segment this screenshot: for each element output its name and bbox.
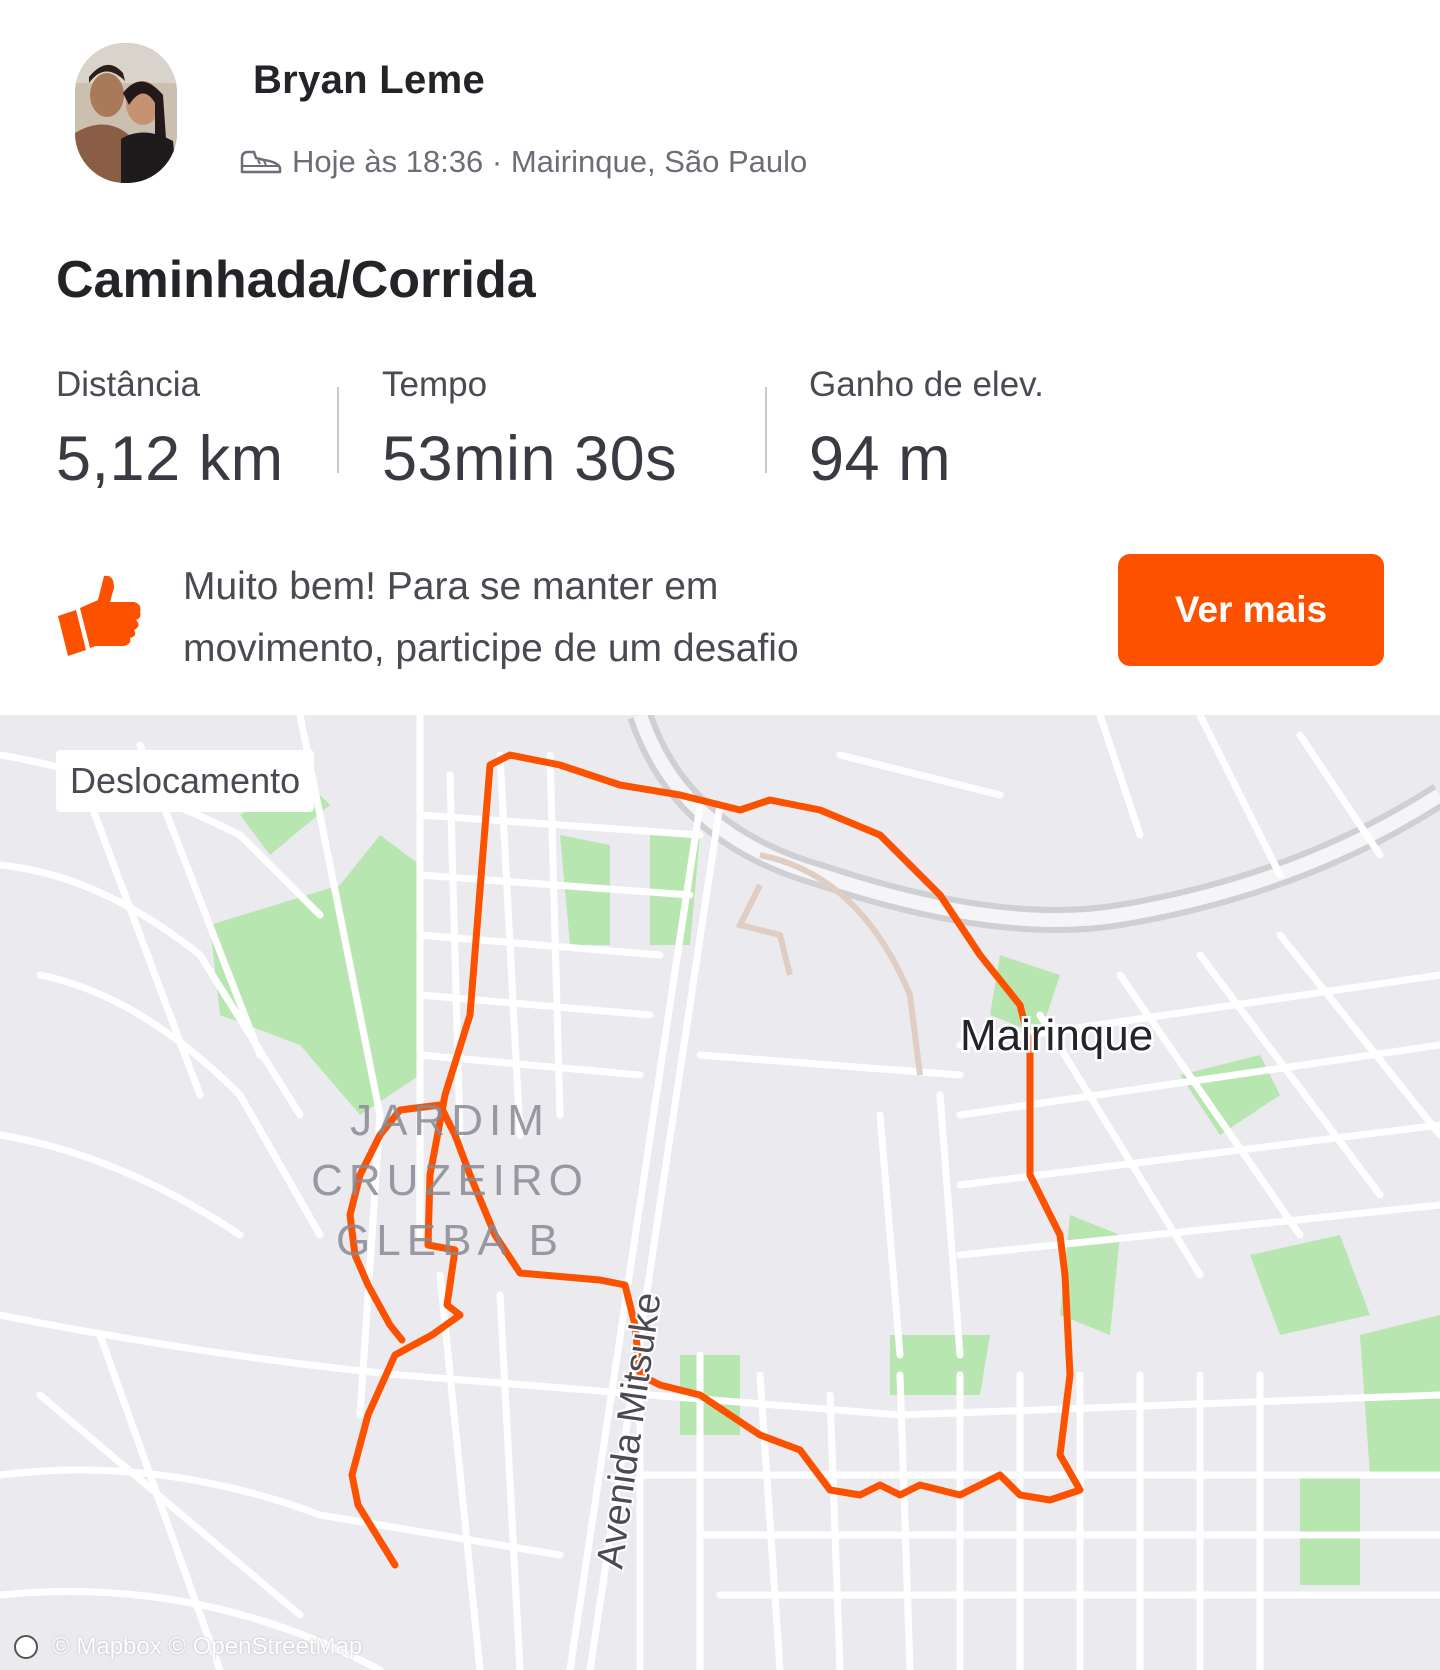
stat-label: Distância [56,365,200,404]
map-roads [0,715,1440,1670]
district-label: CRUZEIRO [311,1156,589,1205]
challenge-message-line: movimento, participe de um desafio [183,627,799,670]
stat-divider [337,387,339,473]
challenge-message-line: Muito bem! Para se manter em [183,565,719,608]
district-label: GLEBA B [336,1216,564,1265]
map-trail [735,883,793,976]
activity-title[interactable]: Caminhada/Corrida [56,250,536,310]
map-attribution[interactable]: © Mapbox © OpenStreetMap [14,1633,362,1661]
activity-meta: Hoje às 18:36 · Mairinque, São Paulo [238,142,807,182]
city-label: Mairinque [960,1011,1153,1060]
stat-value: 94 m [809,424,952,494]
stat-value: 53min 30s [382,424,678,494]
stat-distance: Distância 5,12 km [56,365,284,495]
activity-date-location: Hoje às 18:36 · Mairinque, São Paulo [292,144,808,179]
stat-label: Tempo [382,365,488,404]
mapbox-logo-icon [14,1635,38,1659]
avatar-photo [75,43,177,183]
ver-mais-button[interactable]: Ver mais [1118,554,1384,666]
challenge-message: Muito bem! Para se manter em movimento, … [183,556,1003,680]
avatar[interactable] [75,43,177,183]
stats-row: Distância 5,12 km Tempo 53min 30s Ganho … [56,365,1356,495]
stat-value: 5,12 km [56,424,284,494]
activity-header: Bryan Leme Hoje às 18:36 · Mairinque, Sã… [0,0,1440,700]
attribution-text[interactable]: © Mapbox © OpenStreetMap [52,1633,362,1661]
stat-label: Ganho de elev. [809,365,1044,404]
street-label: Avenida Mitsuke [589,1290,669,1571]
stat-divider [765,387,767,473]
challenge-prompt: Muito bem! Para se manter em movimento, … [0,550,1440,680]
stat-time: Tempo 53min 30s [382,365,677,495]
district-label: JARDIM [350,1096,550,1145]
stat-elevation: Ganho de elev. 94 m [809,365,1044,495]
shoe-icon [240,150,282,174]
athlete-name[interactable]: Bryan Leme [253,58,485,103]
route-map[interactable]: Mairinque JARDIM CRUZEIRO GLEBA B Avenid… [0,715,1440,1670]
thumbs-up-icon [58,575,141,656]
map-mode-badge: Deslocamento [56,750,315,812]
map-canvas: Mairinque JARDIM CRUZEIRO GLEBA B Avenid… [0,715,1440,1670]
